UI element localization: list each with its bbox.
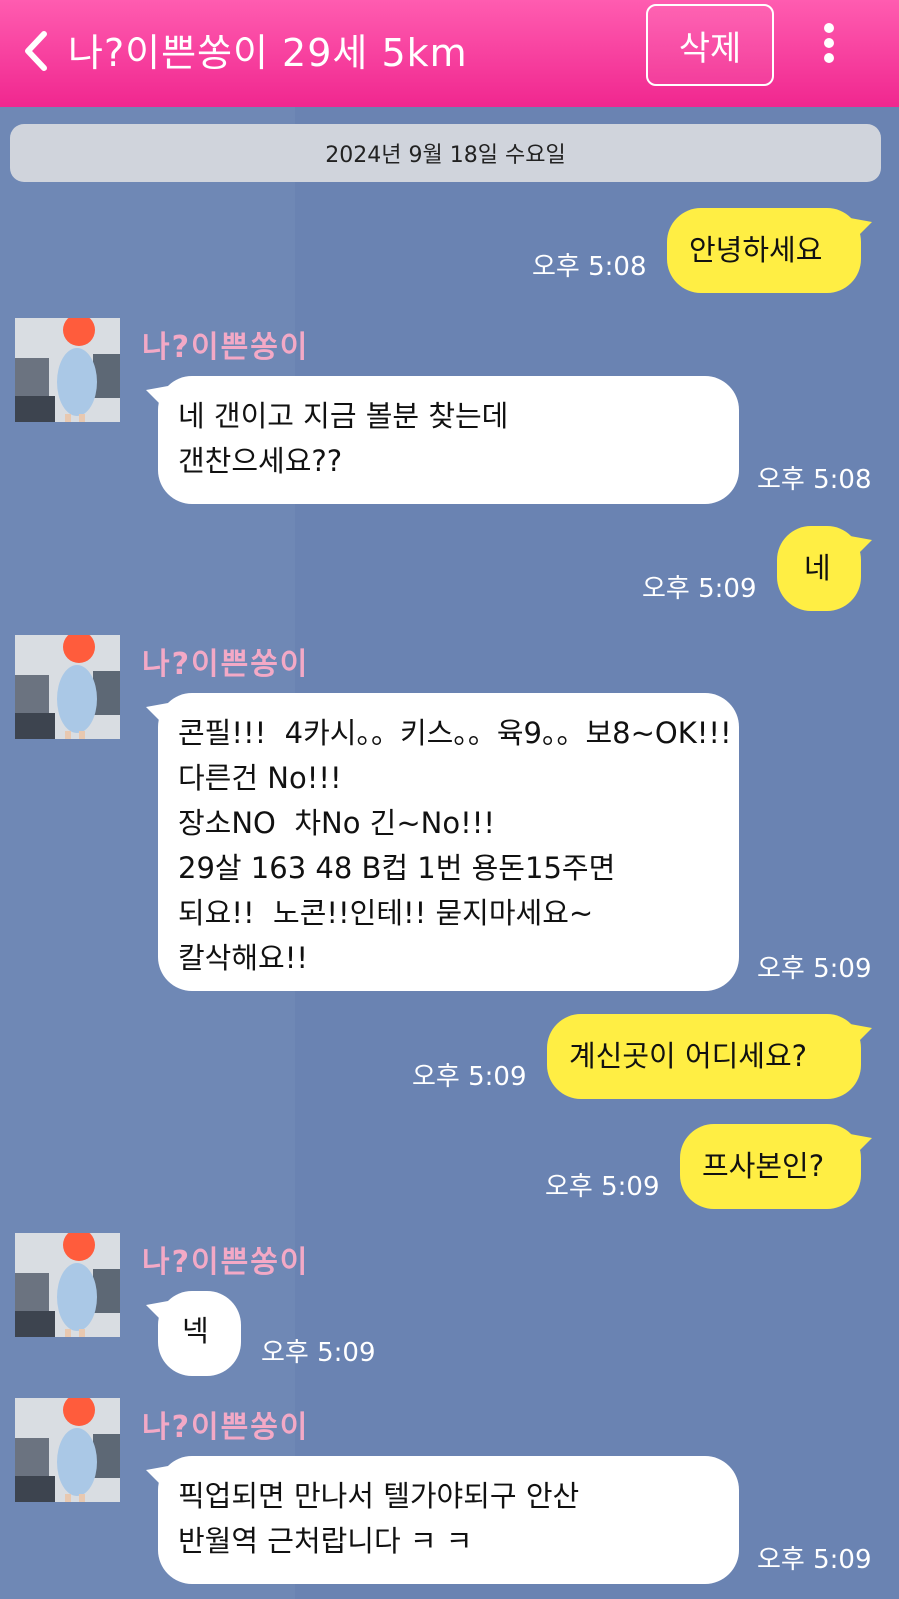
bubble-tail [146,1301,168,1323]
avatar-image [15,318,120,422]
message-bubble-incoming[interactable]: 픽업되면 만나서 텔가야되구 안산 반월역 근처랍니다 ㅋ ㅋ [158,1456,739,1584]
bubble-tail [850,1024,872,1046]
chat-header: 나?이쁜쏭이 29세 5km 삭제 [0,0,899,107]
bubble-tail [146,703,168,725]
message-time: 오후 5:08 [757,465,872,495]
more-vertical-icon[interactable] [822,23,836,65]
avatar-image [15,1398,120,1502]
avatar[interactable] [15,635,120,739]
message-time: 오후 5:08 [532,252,647,282]
message-bubble-incoming[interactable]: 네 갠이고 지금 볼분 찾는데 갠찬으세요?? [158,376,739,504]
message-bubble-incoming[interactable]: 콘필!!! 4카시。。키스。。육9。。보8~OK!!! 다른건 No!!! 장소… [158,693,739,991]
bubble-tail [146,386,168,408]
message-time: 오후 5:09 [757,954,872,984]
sender-name: 나?이쁜쏭이 [142,1245,310,1280]
message-time: 오후 5:09 [261,1338,376,1368]
bubble-tail [850,218,872,240]
message-time: 오후 5:09 [412,1062,527,1092]
chat-title: 나?이쁜쏭이 29세 5km [68,31,468,75]
message-time: 오후 5:09 [757,1545,872,1575]
message-bubble-incoming[interactable]: 넥 [158,1291,241,1376]
avatar[interactable] [15,1233,120,1337]
date-divider: 2024년 9월 18일 수요일 [10,124,881,182]
bubble-tail [146,1466,168,1488]
message-bubble-outgoing[interactable]: 계신곳이 어디세요? [547,1014,861,1099]
avatar-image [15,1233,120,1337]
sender-name: 나?이쁜쏭이 [142,1410,310,1445]
sender-name: 나?이쁜쏭이 [142,330,310,365]
delete-button[interactable]: 삭제 [646,4,774,86]
message-time: 오후 5:09 [545,1172,660,1202]
bubble-tail [850,536,872,558]
bubble-tail [850,1134,872,1156]
sender-name: 나?이쁜쏭이 [142,647,310,682]
message-bubble-outgoing[interactable]: 프사본인? [680,1124,861,1209]
message-bubble-outgoing[interactable]: 네 [777,526,861,611]
message-bubble-outgoing[interactable]: 안녕하세요 [667,208,861,293]
avatar[interactable] [15,318,120,422]
back-chevron-icon[interactable] [20,28,52,74]
avatar-image [15,635,120,739]
avatar[interactable] [15,1398,120,1502]
message-time: 오후 5:09 [642,574,757,604]
